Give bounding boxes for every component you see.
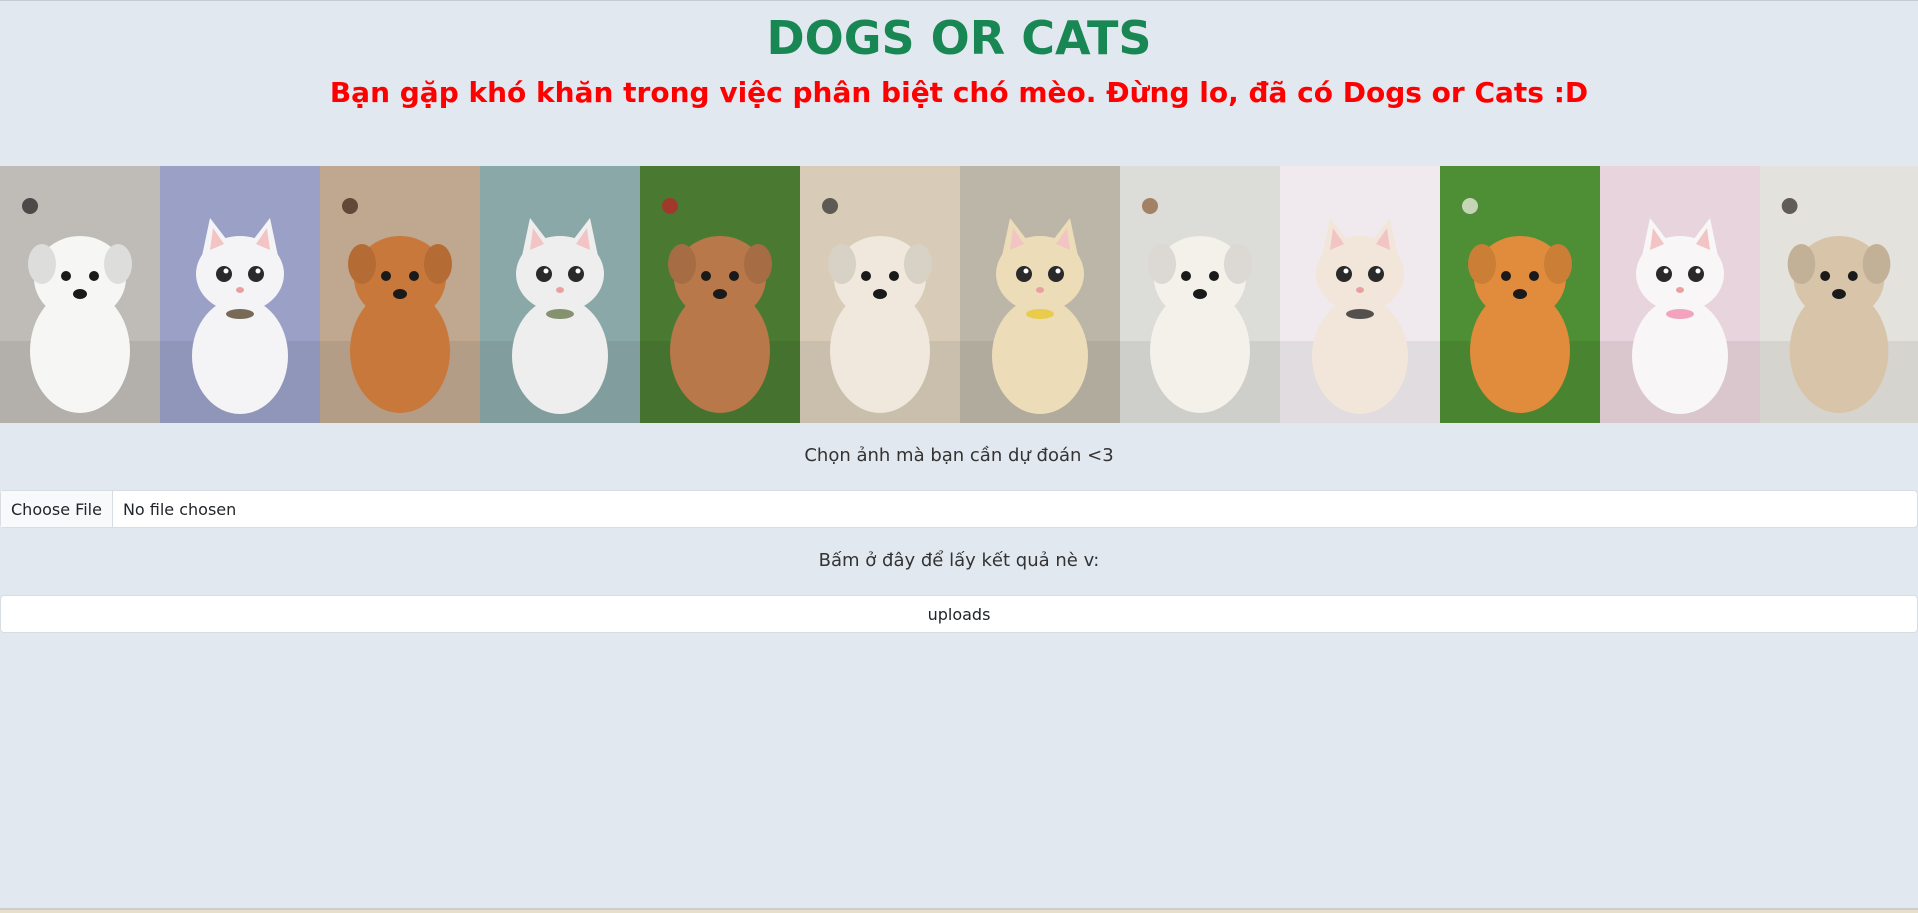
file-input[interactable]: Choose File No file chosen: [0, 490, 1918, 528]
dog-photo: [1440, 166, 1600, 423]
choose-file-button[interactable]: Choose File: [1, 491, 113, 527]
dog-photo: [1760, 166, 1918, 423]
dog-photo: [320, 166, 480, 423]
page: DOGS OR CATS Bạn gặp khó khăn trong việc…: [0, 0, 1918, 913]
image-gallery: [0, 166, 1918, 423]
dog-photo: [0, 166, 160, 423]
upload-button[interactable]: uploads: [0, 595, 1918, 633]
dog-photo: [800, 166, 960, 423]
cat-photo: [480, 166, 640, 423]
submit-caption: Bấm ở đây để lấy kết quả nè v:: [818, 550, 1100, 571]
dog-photo: [1120, 166, 1280, 423]
cat-photo: [1600, 166, 1760, 423]
file-status-text: No file chosen: [122, 499, 237, 519]
page-title: DOGS OR CATS: [766, 11, 1152, 65]
cat-photo: [160, 166, 320, 423]
dog-photo: [640, 166, 800, 423]
cat-photo: [1280, 166, 1440, 423]
page-subtitle: Bạn gặp khó khăn trong việc phân biệt ch…: [329, 76, 1589, 109]
choose-image-caption: Chọn ảnh mà bạn cần dự đoán <3: [804, 445, 1114, 466]
cat-photo: [960, 166, 1120, 423]
